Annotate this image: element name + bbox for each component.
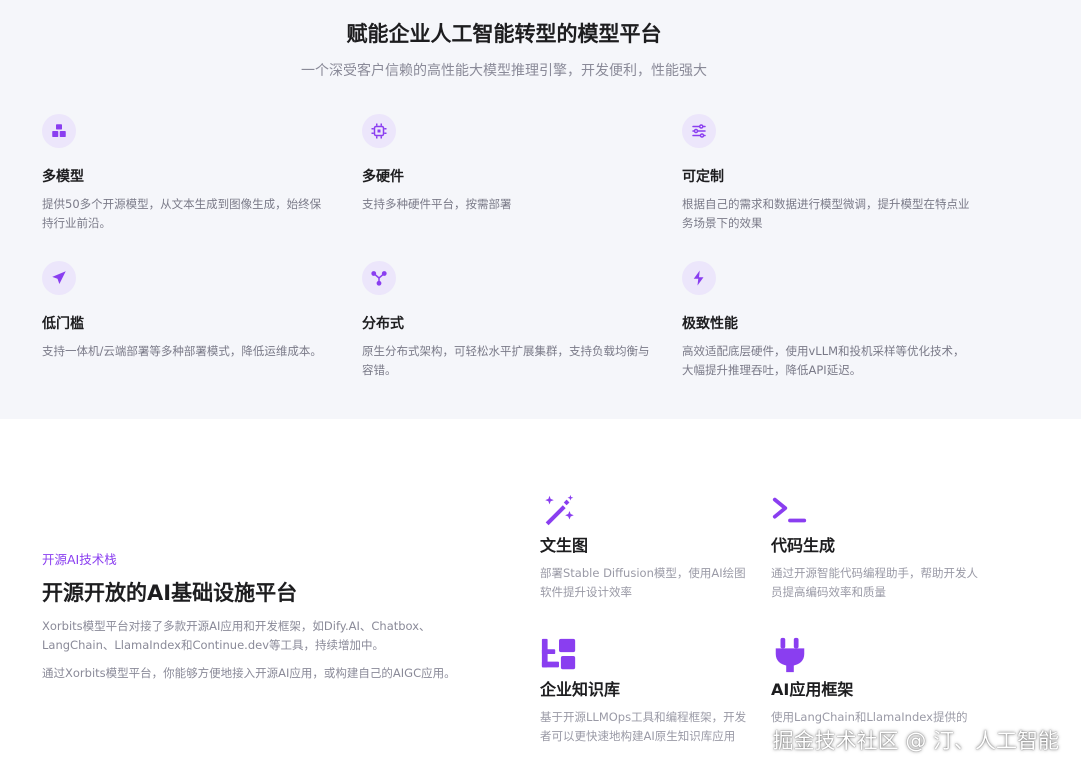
card-title: 文生图	[540, 536, 589, 555]
network-icon	[362, 261, 396, 295]
cube-stack-icon	[42, 114, 76, 148]
card-desc: 基于开源LLMOps工具和编程框架，开发者可以更快速地构建AI原生知识库应用	[540, 710, 747, 743]
feature-title: 极致性能	[682, 316, 738, 332]
section-kicker: 开源AI技术栈	[42, 552, 117, 567]
lightning-icon	[682, 261, 716, 295]
magic-wand-icon	[540, 492, 578, 530]
knowledge-base-icon	[540, 636, 578, 674]
feature-desc: 高效适配底层硬件，使用vLLM和投机采样等优化技术，大幅提升推理吞吐，降低API…	[682, 344, 965, 377]
feature-card-multi-hardware: 多硬件 支持多种硬件平台，按需部署	[362, 114, 652, 214]
feature-desc: 原生分布式架构，可轻松水平扩展集群，支持负载均衡与容错。	[362, 344, 650, 377]
sliders-icon	[682, 114, 716, 148]
stack-title: 开源开放的AI基础设施平台	[42, 581, 298, 605]
feature-desc: 提供50多个开源模型，从文本生成到图像生成，始终保持行业前沿。	[42, 197, 322, 230]
feature-title: 多硬件	[362, 169, 404, 185]
card-knowledge-base: 企业知识库 基于开源LLMOps工具和编程框架，开发者可以更快速地构建AI原生知…	[540, 636, 750, 746]
card-desc: 通过开源智能代码编程助手，帮助开发人员提高编码效率和质量	[771, 566, 978, 599]
features-section: 赋能企业人工智能转型的模型平台 一个深受客户信赖的高性能大模型推理引擎，开发便利…	[0, 0, 1081, 419]
card-title: 企业知识库	[540, 680, 621, 699]
feature-card-customizable: 可定制 根据自己的需求和数据进行模型微调，提升模型在特点业务场景下的效果	[682, 114, 972, 233]
plug-icon	[771, 636, 809, 674]
feature-card-distributed: 分布式 原生分布式架构，可轻松水平扩展集群，支持负载均衡与容错。	[362, 261, 652, 380]
stack-paragraph-2: 通过Xorbits模型平台，你能够方便地接入开源AI应用，或构建自己的AIGC应…	[42, 666, 456, 680]
terminal-icon	[771, 492, 809, 530]
feature-title: 分布式	[362, 316, 404, 332]
card-text-to-image: 文生图 部署Stable Diffusion模型，使用AI绘图软件提升设计效率	[540, 492, 750, 602]
section-subtitle: 一个深受客户信赖的高性能大模型推理引擎，开发便利，性能强大	[301, 63, 707, 79]
feature-desc: 支持多种硬件平台，按需部署	[362, 197, 512, 211]
feature-card-performance: 极致性能 高效适配底层硬件，使用vLLM和投机采样等优化技术，大幅提升推理吞吐，…	[682, 261, 972, 380]
feature-title: 多模型	[42, 169, 84, 185]
feature-card-multi-model: 多模型 提供50多个开源模型，从文本生成到图像生成，始终保持行业前沿。	[42, 114, 332, 233]
card-code-generation: 代码生成 通过开源智能代码编程助手，帮助开发人员提高编码效率和质量	[771, 492, 981, 602]
chip-icon	[362, 114, 396, 148]
section-title: 赋能企业人工智能转型的模型平台	[346, 22, 662, 46]
feature-title: 低门槛	[42, 316, 84, 332]
card-title: AI应用框架	[771, 680, 854, 699]
feature-desc: 支持一体机/云端部署等多种部署模式，降低运维成本。	[42, 344, 322, 358]
card-ai-framework: AI应用框架 使用LangChain和LlamaIndex提供的	[771, 636, 981, 727]
card-title: 代码生成	[771, 536, 836, 555]
feature-desc: 根据自己的需求和数据进行模型微调，提升模型在特点业务场景下的效果	[682, 197, 970, 230]
paper-plane-icon	[42, 261, 76, 295]
watermark: 掘金技术社区 @ 汀、人工智能	[772, 729, 1059, 753]
feature-title: 可定制	[682, 169, 724, 185]
stack-paragraph-1: Xorbits模型平台对接了多款开源AI应用和开发框架，如Dify.AI、Cha…	[42, 619, 431, 652]
feature-card-low-barrier: 低门槛 支持一体机/云端部署等多种部署模式，降低运维成本。	[42, 261, 332, 361]
card-desc: 部署Stable Diffusion模型，使用AI绘图软件提升设计效率	[540, 566, 746, 599]
